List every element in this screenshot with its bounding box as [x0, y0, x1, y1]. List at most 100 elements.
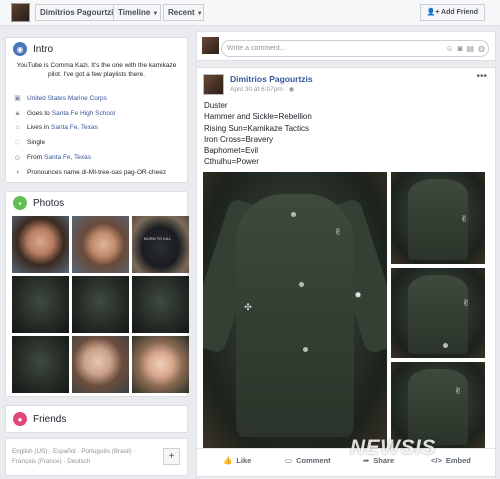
- shirt-text: BORN TO KILL: [144, 236, 172, 241]
- from-prefix: From: [27, 154, 43, 162]
- school-link[interactable]: Santa Fe High School: [52, 110, 115, 117]
- like-button[interactable]: 👍 Like: [223, 456, 251, 465]
- coat-button: [303, 347, 308, 352]
- photo-thumbnail[interactable]: [12, 336, 69, 393]
- post-action-bar: 👍 Like ▭ Comment ➦ Share </> Embed: [197, 448, 495, 472]
- photo-icon: ▪: [13, 196, 27, 210]
- photo-thumbnail[interactable]: BORN TO KILL: [132, 216, 189, 273]
- add-language-button[interactable]: +: [163, 448, 180, 465]
- post-photo-thumbnail[interactable]: ✌: [391, 172, 485, 264]
- language-list: English (US) · Español · Português (Bras…: [12, 447, 136, 467]
- speech-bubble-icon: ◖: [15, 168, 20, 176]
- post-line: Rising Sun=Kamikaze Tactics: [204, 123, 310, 133]
- intro-item-school: ▲ Goes to Santa Fe High School: [6, 106, 187, 121]
- like-label: Like: [236, 456, 252, 465]
- globe-icon: ◉: [288, 86, 295, 93]
- intro-item-work: ▣ United States Marine Corps: [6, 91, 187, 106]
- briefcase-icon: ▣: [14, 95, 21, 103]
- coat-button: [299, 282, 304, 287]
- lives-prefix: Lives in: [27, 124, 50, 132]
- intro-item-relationship: ♡ Single: [6, 135, 187, 150]
- post-line: Duster: [204, 101, 228, 110]
- coat-body: [407, 368, 469, 445]
- watermark: NEWSIS: [350, 436, 436, 459]
- profile-avatar-small[interactable]: [11, 3, 30, 22]
- coat-button: [291, 212, 296, 217]
- photo-thumbnail[interactable]: [12, 216, 69, 273]
- timeline-label: Timeline: [118, 8, 151, 17]
- coat-button: [443, 343, 448, 348]
- photo-thumbnail[interactable]: [132, 336, 189, 393]
- intro-card: ◉ Intro YouTube is Comma Kazi. It's the …: [5, 37, 188, 183]
- sticker-icon[interactable]: ◍: [478, 44, 485, 53]
- home-icon: ⌂: [15, 124, 20, 132]
- coat-pin: ✸: [354, 290, 362, 300]
- camera-icon[interactable]: ◙: [458, 44, 463, 53]
- composer-icons: ☺ ◙ ▤ ◍: [445, 44, 485, 53]
- chevron-down-icon: ▼: [152, 11, 159, 17]
- profile-top-bar: Dimitrios Pagourtzis Timeline ▼ Recent ▼ 👤…: [0, 0, 500, 26]
- friends-card: ● Friends: [5, 405, 188, 433]
- post-author-name[interactable]: Dimitrios Pagourtzis: [230, 74, 313, 84]
- coat-body: [407, 275, 469, 355]
- photos-header: ▪ Photos: [6, 192, 187, 214]
- work-link[interactable]: United States Marine Corps: [27, 95, 107, 102]
- language-line-2[interactable]: Français (France) · Deutsch: [12, 457, 136, 467]
- coat-pin: ✌: [454, 386, 462, 396]
- post-date-text[interactable]: April 30 at 6:07pm ·: [230, 86, 289, 93]
- intro-item-from: ⊙ From Santa Fe, Texas: [6, 150, 187, 165]
- intro-list: ▣ United States Marine Corps ▲ Goes to S…: [6, 91, 187, 180]
- coat-pin: ✌: [462, 298, 470, 308]
- graduation-cap-icon: ▲: [14, 109, 21, 117]
- from-link[interactable]: Santa Fe, Texas: [44, 154, 91, 161]
- post-line: Hammer and Sickle=Rebellion: [204, 112, 312, 122]
- heart-icon: ♡: [14, 139, 21, 147]
- timeline-dropdown[interactable]: Timeline ▼: [113, 4, 161, 21]
- location-pin-icon: ⊙: [14, 154, 21, 162]
- photo-thumbnail[interactable]: [72, 276, 129, 333]
- relationship-text: Single: [27, 139, 46, 147]
- comment-icon: ▭: [285, 456, 293, 465]
- post-options-button[interactable]: •••: [476, 71, 487, 82]
- coat-pin: ✌: [460, 214, 468, 224]
- globe-icon: ◉: [13, 42, 27, 56]
- photos-title[interactable]: Photos: [33, 198, 64, 209]
- photo-thumbnail[interactable]: [12, 276, 69, 333]
- intro-item-lives: ⌂ Lives in Santa Fe, Texas: [6, 121, 187, 136]
- thumbs-up-icon: 👍: [223, 456, 233, 465]
- post-author-avatar[interactable]: [203, 74, 224, 95]
- photo-thumbnail[interactable]: [72, 336, 129, 393]
- friends-header: ● Friends: [6, 406, 187, 432]
- post-text: Duster Hammer and Sickle=Rebellion Risin…: [204, 100, 312, 168]
- intro-title: Intro: [33, 43, 54, 55]
- comment-label: Comment: [296, 456, 331, 465]
- intro-bio: YouTube is Comma Kazi. It's the one with…: [16, 62, 177, 78]
- school-prefix: Goes to: [27, 109, 50, 117]
- friends-title[interactable]: Friends: [33, 414, 66, 425]
- lives-link[interactable]: Santa Fe, Texas: [51, 124, 98, 131]
- post-main-photo[interactable]: ✌ ✸ ✣: [203, 172, 387, 448]
- language-line-1[interactable]: English (US) · Español · Português (Bras…: [12, 447, 136, 457]
- photo-thumbnail[interactable]: [72, 216, 129, 273]
- post-timestamp: April 30 at 6:07pm · ◉: [230, 85, 294, 93]
- composer-avatar: [202, 37, 219, 54]
- post-line: Baphomet=Evil: [204, 146, 259, 156]
- add-friend-button[interactable]: 👤+ Add Friend: [419, 4, 485, 21]
- coat-pin: ✌: [334, 227, 342, 237]
- chevron-down-icon: ▼: [196, 11, 203, 17]
- profile-name-button[interactable]: Dimitrios Pagourtzis: [35, 4, 123, 21]
- recent-label: Recent: [168, 8, 195, 17]
- comment-button[interactable]: ▭ Comment: [285, 456, 331, 465]
- post-line: Iron Cross=Bravery: [204, 134, 274, 144]
- gif-icon[interactable]: ▤: [466, 44, 474, 53]
- pronunciation-text: Pronounces name di-MI-tree-oas pag-OR-ch…: [27, 168, 167, 176]
- recent-dropdown[interactable]: Recent ▼: [163, 4, 204, 21]
- emoji-icon[interactable]: ☺: [445, 44, 453, 53]
- add-friend-icon: 👤+: [426, 9, 440, 16]
- photo-thumbnail[interactable]: [132, 276, 189, 333]
- add-friend-label: Add Friend: [441, 9, 478, 16]
- post-photo-thumbnail[interactable]: ✌: [391, 268, 485, 358]
- embed-button[interactable]: </> Embed: [431, 456, 471, 465]
- friends-icon: ●: [13, 412, 27, 426]
- intro-header: ◉ Intro: [6, 38, 187, 60]
